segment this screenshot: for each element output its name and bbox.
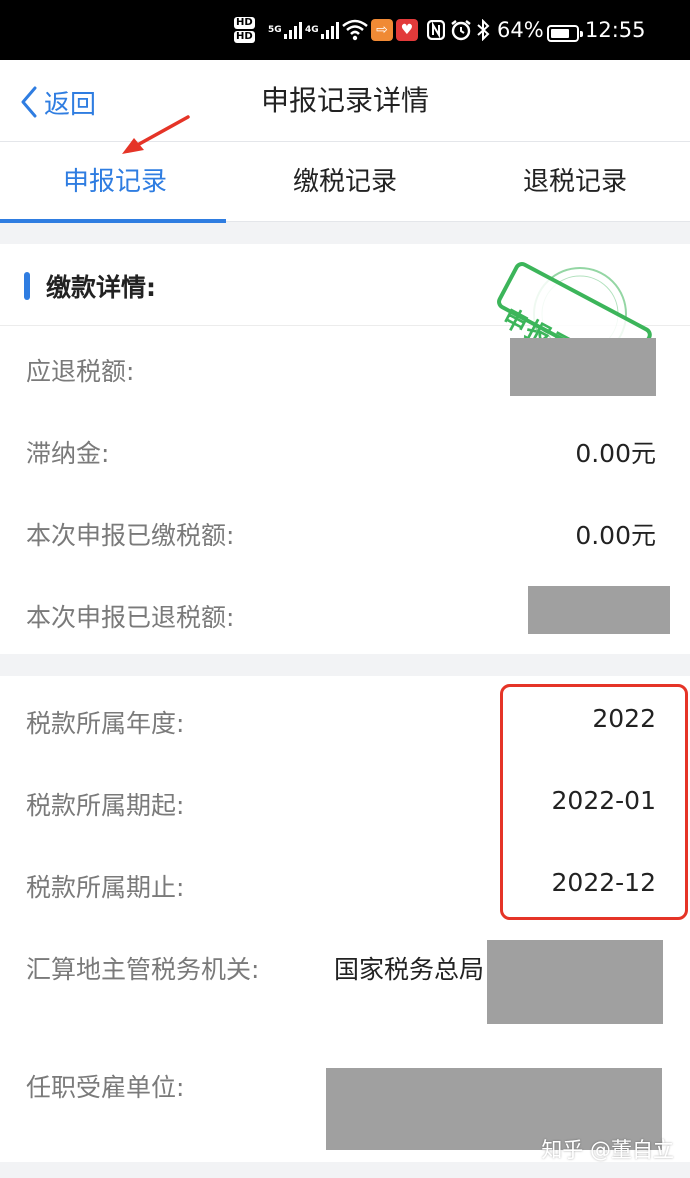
clock: 12:55 [585,18,646,42]
redaction-block [528,586,670,634]
hd-badge-1: HD [234,17,255,29]
status-bar: HD HD 5G 4G ⇨ ♥ 64% 12:55 [0,0,690,60]
signal-bars-icon [320,21,339,39]
paid-tax-label: 本次申报已缴税额: [26,521,235,550]
redaction-block [487,940,663,1024]
refund-due-label: 应退税额: [26,357,135,386]
late-fee-value: 0.00元 [575,439,656,468]
app-notification-icon-red: ♥ [396,0,418,60]
tax-authority-value: 国家税务总局 [334,955,485,984]
tax-year-label: 税款所属年度: [26,709,185,738]
net-5g-label: 5G [268,25,282,35]
red-arrow-annotation [122,115,190,154]
period-end-label: 税款所属期止: [26,873,185,902]
app-notification-icon: ⇨ [371,0,393,60]
tab-payment-records[interactable]: 缴税记录 [230,142,460,222]
nfc-icon [427,0,445,60]
net-4g-label: 4G [305,25,319,35]
alarm-icon [450,0,472,60]
tab-bar: 申报记录 缴税记录 退税记录 [0,142,690,223]
signal-5g: 5G [268,0,302,60]
period-start-label: 税款所属期起: [26,791,185,820]
tax-authority-label: 汇算地主管税务机关: [26,955,260,984]
paid-tax-value: 0.00元 [575,521,656,550]
wifi-icon [342,0,368,60]
tab-declaration-records[interactable]: 申报记录 [0,142,230,223]
hd-indicators: HD HD [234,0,255,60]
tab-refund-records[interactable]: 退税记录 [460,142,690,222]
section-title: 缴款详情: [46,273,156,302]
signal-4g: 4G [305,0,339,60]
signal-bars-icon [283,21,302,39]
watermark: 知乎 @董自立 [541,1138,674,1162]
employer-label: 任职受雇单位: [26,1073,185,1102]
page-title: 申报记录详情 [260,84,429,117]
bluetooth-icon [476,0,490,60]
red-highlight-annotation [500,684,688,920]
late-fee-label: 滞纳金: [26,439,110,468]
battery-percent: 64% [497,18,544,42]
redaction-block [510,338,656,396]
battery-icon [547,25,583,42]
nav-bar: 返回 申报记录详情 [0,60,690,142]
hd-badge-2: HD [234,31,255,43]
section-accent-bar [24,272,30,300]
refunded-tax-label: 本次申报已退税额: [26,603,235,632]
